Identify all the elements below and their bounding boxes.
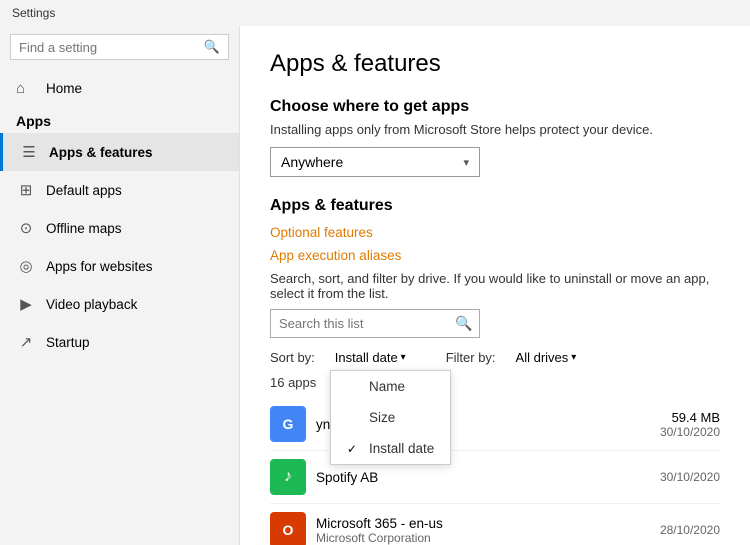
offline-maps-icon: ⊙: [16, 219, 36, 237]
sort-filter-row: Sort by: Install date ▾ Filter by: All d…: [270, 350, 720, 365]
apps-features-icon: ☰: [19, 143, 39, 161]
app-icon-drive: G: [270, 406, 306, 442]
app-publisher-office: Microsoft Corporation: [316, 531, 660, 545]
find-setting-input[interactable]: [19, 40, 204, 55]
checkmark-install-date: ✓: [347, 442, 361, 456]
search-icon[interactable]: 🔍: [204, 39, 220, 55]
app-meta-drive: 59.4 MB 30/10/2020: [660, 410, 720, 439]
app-date-office: 28/10/2020: [660, 523, 720, 537]
sort-menu-size[interactable]: Size: [331, 402, 450, 433]
sidebar-item-default-apps[interactable]: ⊞ Default apps: [0, 171, 239, 209]
apps-websites-label: Apps for websites: [46, 259, 153, 274]
app-date-spotify: 30/10/2020: [660, 470, 720, 484]
video-playback-label: Video playback: [46, 297, 137, 312]
optional-features-link[interactable]: Optional features: [270, 225, 720, 240]
sort-dropdown-menu: Name Size ✓ Install date: [330, 370, 451, 465]
sort-menu-name[interactable]: Name: [331, 371, 450, 402]
sort-by-label: Sort by:: [270, 350, 315, 365]
sidebar-item-home[interactable]: ⌂ Home: [0, 70, 239, 107]
sidebar-section-label: Apps: [0, 107, 239, 133]
sort-menu-install-date[interactable]: ✓ Install date: [331, 433, 450, 464]
sidebar-item-offline-maps[interactable]: ⊙ Offline maps: [0, 209, 239, 247]
filter-chevron-icon: ▾: [571, 352, 576, 363]
app-icon-spotify: ♪: [270, 459, 306, 495]
search-list-icon: 🔍: [455, 315, 472, 332]
sidebar-item-startup[interactable]: ↗ Startup: [0, 323, 239, 361]
dropdown-value: Anywhere: [281, 154, 343, 170]
default-apps-icon: ⊞: [16, 181, 36, 199]
app-info-spotify: Spotify AB: [316, 470, 660, 485]
sort-by-value[interactable]: Install date ▾: [335, 350, 406, 365]
sidebar: 🔍 ⌂ Home Apps ☰ Apps & features ⊞ Defaul…: [0, 26, 240, 545]
search-box[interactable]: 🔍: [10, 34, 229, 60]
startup-icon: ↗: [16, 333, 36, 351]
main-layout: 🔍 ⌂ Home Apps ☰ Apps & features ⊞ Defaul…: [0, 26, 750, 545]
home-label: Home: [46, 81, 82, 96]
choose-section-description: Installing apps only from Microsoft Stor…: [270, 122, 720, 137]
app-date-drive: 30/10/2020: [660, 425, 720, 439]
apps-features-label: Apps & features: [49, 145, 153, 160]
app-icon-office: O: [270, 512, 306, 545]
sidebar-item-apps-features[interactable]: ☰ Apps & features: [0, 133, 239, 171]
title-bar: Settings: [0, 0, 750, 26]
app-name-office: Microsoft 365 - en-us: [316, 516, 660, 531]
video-playback-icon: ▶: [16, 295, 36, 313]
dropdown-container: Anywhere ▾: [270, 147, 720, 177]
sort-chevron-icon: ▾: [401, 352, 406, 363]
home-icon: ⌂: [16, 80, 36, 97]
main-content: Apps & features Choose where to get apps…: [240, 26, 750, 545]
app-item-office[interactable]: O Microsoft 365 - en-us Microsoft Corpor…: [270, 504, 720, 545]
offline-maps-label: Offline maps: [46, 221, 122, 236]
app-size-drive: 59.4 MB: [660, 410, 720, 425]
title-bar-label: Settings: [12, 6, 55, 20]
apps-source-dropdown[interactable]: Anywhere ▾: [270, 147, 480, 177]
app-execution-link[interactable]: App execution aliases: [270, 248, 720, 263]
sidebar-item-video-playback[interactable]: ▶ Video playback: [0, 285, 239, 323]
default-apps-label: Default apps: [46, 183, 122, 198]
page-title: Apps & features: [270, 50, 720, 78]
app-info-office: Microsoft 365 - en-us Microsoft Corporat…: [316, 516, 660, 545]
apps-features-section-title: Apps & features: [270, 197, 720, 215]
search-list-input[interactable]: [279, 316, 455, 331]
app-meta-spotify: 30/10/2020: [660, 470, 720, 484]
checkmark-size: [347, 411, 361, 425]
choose-section-title: Choose where to get apps: [270, 98, 720, 116]
sidebar-item-apps-websites[interactable]: ◎ Apps for websites: [0, 247, 239, 285]
checkmark-name: [347, 380, 361, 394]
search-list-box[interactable]: 🔍: [270, 309, 480, 338]
chevron-down-icon: ▾: [463, 156, 469, 169]
filter-by-value[interactable]: All drives ▾: [516, 350, 577, 365]
startup-label: Startup: [46, 335, 90, 350]
search-sort-description: Search, sort, and filter by drive. If yo…: [270, 271, 720, 301]
app-meta-office: 28/10/2020: [660, 523, 720, 537]
apps-websites-icon: ◎: [16, 257, 36, 275]
filter-by-label: Filter by:: [446, 350, 496, 365]
app-name-spotify: Spotify AB: [316, 470, 660, 485]
